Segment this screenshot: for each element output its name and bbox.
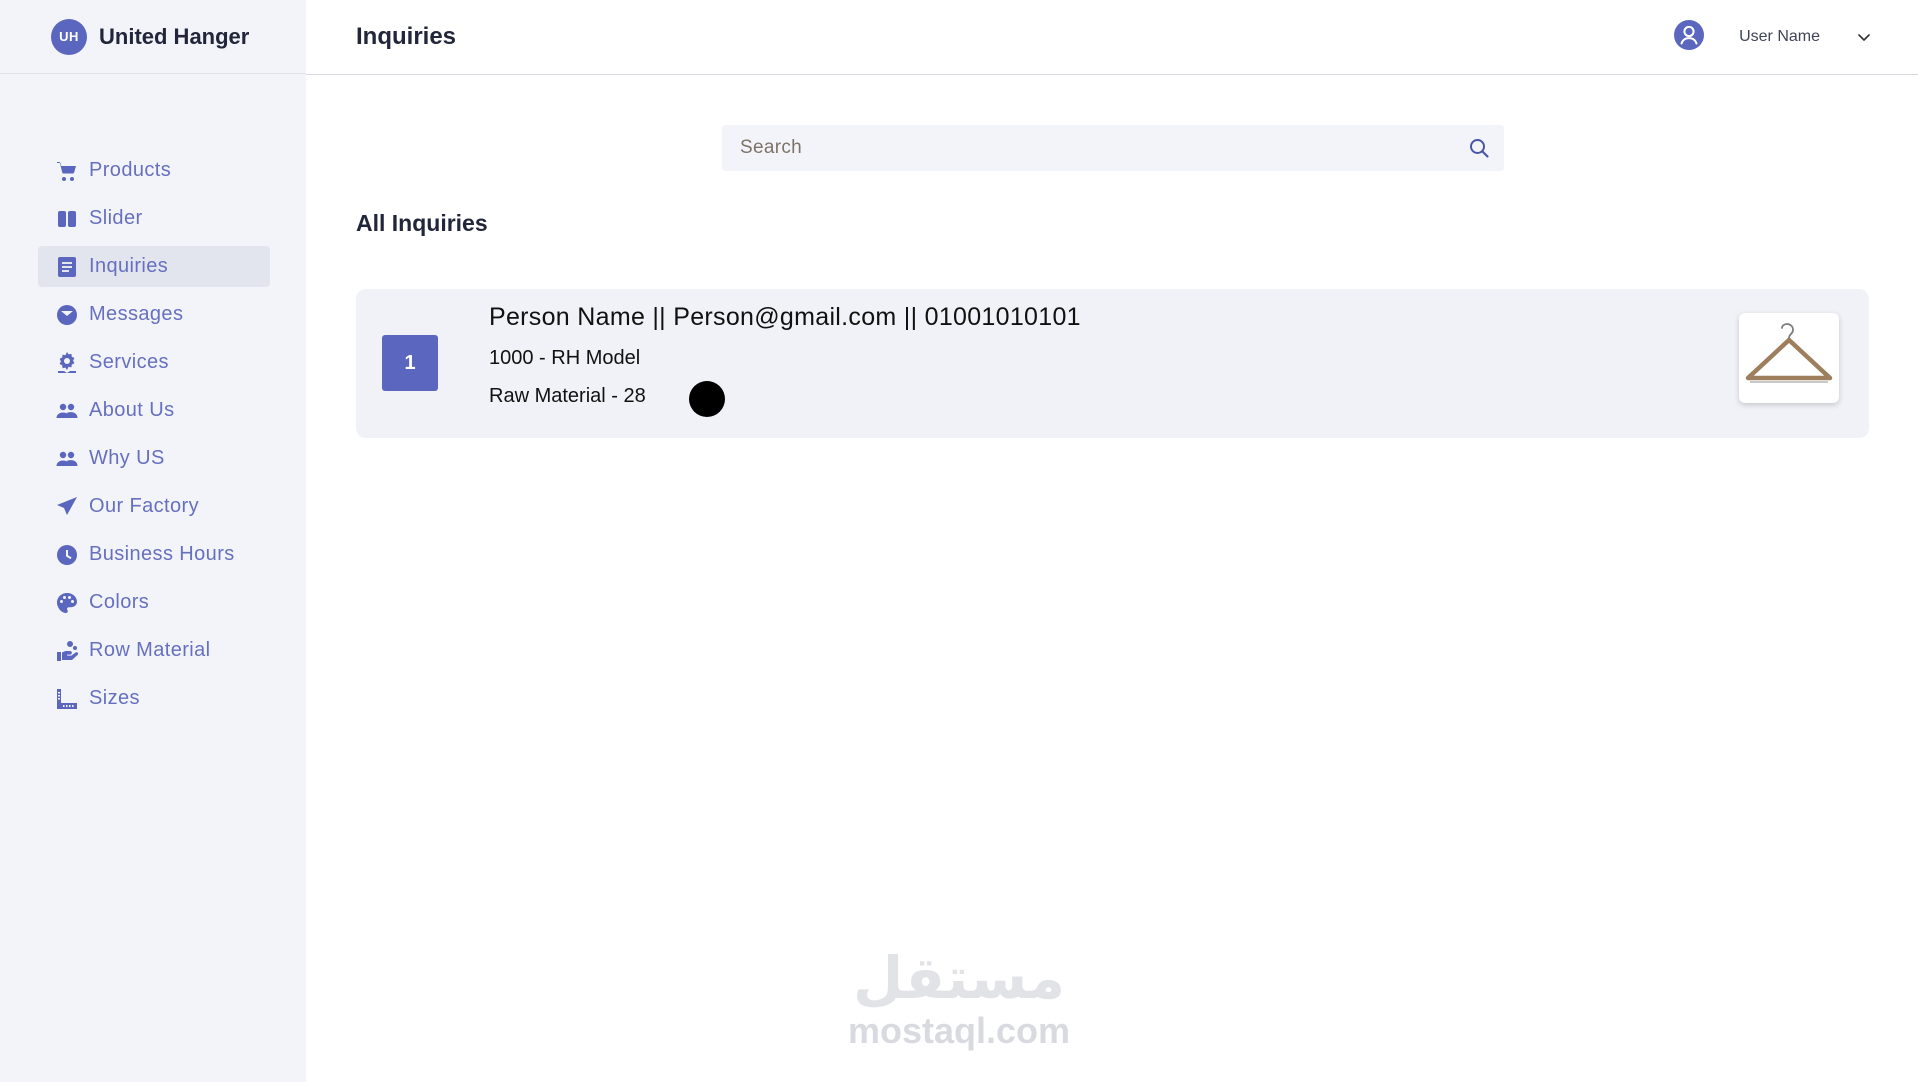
hand-coins-icon bbox=[55, 639, 79, 663]
messages-icon bbox=[55, 303, 79, 327]
sidebar-item-label: Products bbox=[89, 159, 172, 181]
hanger-image-icon bbox=[1745, 323, 1833, 383]
inquiry-model: 1000 - RH Model bbox=[489, 347, 641, 369]
inquiry-card[interactable]: 1 Person Name || Person@gmail.com || 010… bbox=[356, 289, 1869, 438]
sidebar: UH United Hanger Products Slider Inquiri… bbox=[0, 0, 306, 1082]
sidebar-item-our-factory[interactable]: Our Factory bbox=[38, 486, 270, 527]
sidebar-item-label: About Us bbox=[89, 399, 175, 421]
sidebar-item-row-material[interactable]: Row Material bbox=[38, 630, 270, 671]
user-avatar-icon[interactable] bbox=[1673, 19, 1705, 56]
sidebar-item-label: Slider bbox=[89, 207, 143, 229]
clock-icon bbox=[55, 543, 79, 567]
sidebar-item-label: Messages bbox=[89, 303, 184, 325]
sidebar-item-sizes[interactable]: Sizes bbox=[38, 678, 270, 719]
services-icon bbox=[55, 351, 79, 375]
sidebar-item-label: Row Material bbox=[89, 639, 211, 661]
sidebar-item-label: Business Hours bbox=[89, 543, 235, 565]
search-bar bbox=[722, 125, 1504, 171]
sidebar-item-inquiries[interactable]: Inquiries bbox=[38, 246, 270, 287]
inquiry-contact: Person Name || Person@gmail.com || 01001… bbox=[489, 303, 1081, 331]
inquiry-index-badge: 1 bbox=[382, 335, 438, 391]
inquiry-material: Raw Material - 28 bbox=[489, 385, 646, 407]
sidebar-item-label: Services bbox=[89, 351, 169, 373]
sidebar-item-products[interactable]: Products bbox=[38, 150, 270, 191]
sidebar-item-about-us[interactable]: About Us bbox=[38, 390, 270, 431]
watermark: مستقل mostaql.com bbox=[843, 948, 1075, 1052]
sidebar-item-messages[interactable]: Messages bbox=[38, 294, 270, 335]
sidebar-item-label: Why US bbox=[89, 447, 165, 469]
sidebar-nav: Products Slider Inquiries Messages Servi… bbox=[38, 150, 270, 726]
sidebar-item-services[interactable]: Services bbox=[38, 342, 270, 383]
section-title: All Inquiries bbox=[356, 210, 488, 236]
users-icon bbox=[55, 399, 79, 423]
user-name[interactable]: User Name bbox=[1739, 28, 1820, 46]
users-icon bbox=[55, 447, 79, 471]
brand[interactable]: UH United Hanger bbox=[0, 0, 306, 74]
sidebar-item-colors[interactable]: Colors bbox=[38, 582, 270, 623]
cart-icon bbox=[55, 159, 79, 183]
app-root: UH United Hanger Products Slider Inquiri… bbox=[0, 0, 1918, 1082]
watermark-arabic: مستقل bbox=[852, 946, 1066, 1011]
palette-icon bbox=[55, 591, 79, 615]
color-swatch bbox=[689, 381, 725, 417]
slider-icon bbox=[55, 207, 79, 231]
search-icon[interactable] bbox=[1468, 137, 1490, 159]
sidebar-item-slider[interactable]: Slider bbox=[38, 198, 270, 239]
inquiries-icon bbox=[55, 255, 79, 279]
product-thumbnail bbox=[1739, 313, 1839, 403]
watermark-latin: mostaql.com bbox=[847, 1010, 1071, 1051]
sidebar-item-label: Sizes bbox=[89, 687, 140, 709]
top-header: Inquiries User Name bbox=[306, 0, 1918, 75]
sidebar-item-label: Colors bbox=[89, 591, 150, 613]
paper-plane-icon bbox=[55, 495, 79, 519]
ruler-icon bbox=[55, 687, 79, 711]
sidebar-item-label: Our Factory bbox=[89, 495, 199, 517]
page-title: Inquiries bbox=[356, 23, 457, 50]
search-input[interactable] bbox=[722, 125, 1442, 171]
user-menu[interactable]: User Name bbox=[1673, 19, 1872, 56]
sidebar-item-why-us[interactable]: Why US bbox=[38, 438, 270, 479]
brand-name: United Hanger bbox=[99, 23, 250, 49]
brand-logo-badge: UH bbox=[51, 18, 87, 55]
sidebar-item-label: Inquiries bbox=[89, 255, 169, 277]
chevron-down-icon[interactable] bbox=[1856, 29, 1872, 45]
sidebar-item-business-hours[interactable]: Business Hours bbox=[38, 534, 270, 575]
